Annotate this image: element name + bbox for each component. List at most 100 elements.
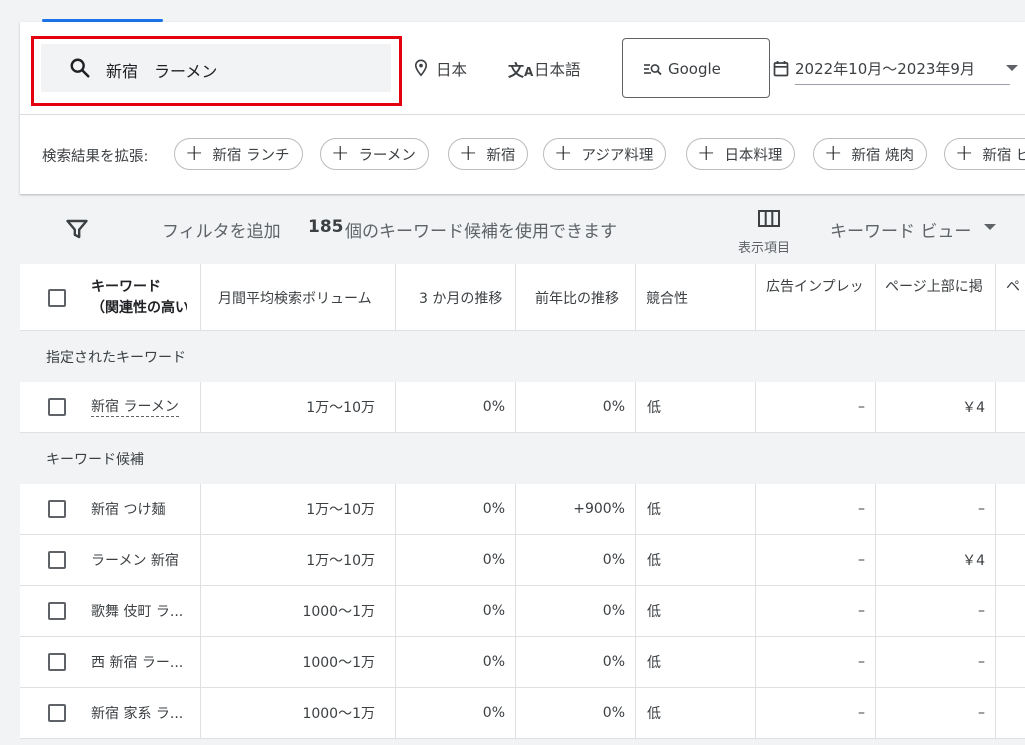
chip-label: 新宿 ビ: [982, 147, 1025, 164]
top-page-cell: –: [978, 501, 985, 517]
header-volume[interactable]: 月間平均検索ボリューム: [218, 288, 372, 308]
plus-icon: +: [185, 141, 204, 166]
table-row[interactable]: 新宿 ラーメン 1万～10万 0% 0% 低 – ￥4: [20, 382, 1025, 433]
keyword-cell[interactable]: 歌舞 伎町 ラ...: [91, 586, 183, 636]
expand-chip[interactable]: + 新宿: [448, 138, 529, 170]
plus-icon: +: [459, 141, 478, 166]
header-impression[interactable]: 広告インプレッ: [766, 276, 866, 296]
columns-icon[interactable]: [758, 210, 780, 227]
three-month-cell: 0%: [482, 399, 505, 415]
competition-cell: 低: [647, 706, 661, 722]
table-row[interactable]: 新宿 家系 ラ... 1000～1万 0% 0% 低 – –: [20, 688, 1025, 739]
keyword-count-text: 個のキーワード候補を使用できます: [345, 222, 617, 242]
section-candidates-label: キーワード候補: [46, 451, 144, 468]
impression-cell: –: [858, 501, 865, 517]
plus-icon: +: [824, 141, 843, 166]
row-checkbox[interactable]: [48, 500, 66, 518]
header-keyword-sub: （関連性の高い: [91, 300, 187, 316]
table-row[interactable]: 歌舞 伎町 ラ... 1000～1万 0% 0% 低 – –: [20, 586, 1025, 637]
top-page-cell: ￥4: [962, 400, 985, 416]
view-selector[interactable]: キーワード ビュー: [830, 217, 971, 242]
language-selector[interactable]: 日本語: [534, 58, 581, 80]
calendar-icon: [773, 61, 789, 77]
row-checkbox[interactable]: [48, 551, 66, 569]
date-range-selector[interactable]: 2022年10月～2023年9月: [795, 58, 975, 79]
row-checkbox[interactable]: [48, 602, 66, 620]
volume-cell: 1000～1万: [302, 604, 375, 620]
chip-label: ラーメン: [358, 147, 416, 164]
competition-cell: 低: [647, 502, 661, 518]
keyword-cell[interactable]: ラーメン 新宿: [91, 535, 179, 585]
competition-cell: 低: [647, 655, 661, 671]
row-checkbox[interactable]: [48, 398, 66, 416]
expand-chip[interactable]: + ラーメン: [320, 138, 429, 170]
translate-icon: 文A: [508, 61, 534, 80]
section-header: 指定されたキーワード: [20, 331, 1025, 382]
columns-label[interactable]: 表示項目: [738, 237, 790, 256]
row-checkbox[interactable]: [48, 653, 66, 671]
search-highlight-box: [31, 36, 402, 106]
location-pin-icon: [414, 59, 428, 77]
three-month-cell: 0%: [482, 552, 505, 568]
expand-chip[interactable]: + 日本料理: [686, 138, 796, 170]
expand-label: 検索結果を拡張:: [42, 149, 149, 165]
network-search-icon: [644, 64, 662, 76]
chevron-down-icon[interactable]: [1006, 65, 1018, 71]
keyword-cell[interactable]: 新宿 家系 ラ...: [91, 688, 183, 738]
chip-label: 日本料理: [724, 147, 783, 164]
three-month-cell: 0%: [482, 705, 505, 721]
top-page-cell: –: [978, 705, 985, 721]
select-all-checkbox[interactable]: [48, 289, 66, 307]
view-dropdown-icon[interactable]: [984, 224, 996, 230]
table-row[interactable]: ラーメン 新宿 1万～10万 0% 0% 低 – ￥4: [20, 535, 1025, 586]
keyword-cell[interactable]: 新宿 ラーメン: [91, 398, 179, 417]
chip-label: 新宿 ランチ: [212, 147, 290, 164]
header-extra[interactable]: ペ: [1006, 276, 1025, 296]
header-top-page[interactable]: ページ上部に掲: [885, 276, 985, 296]
header-three-month[interactable]: 3 か月の推移: [419, 288, 502, 308]
keyword-cell[interactable]: 西 新宿 ラー...: [91, 637, 183, 687]
three-month-cell: 0%: [482, 654, 505, 670]
top-page-cell: ￥4: [962, 553, 985, 569]
header-keyword[interactable]: キーワード: [91, 276, 161, 296]
header-competition[interactable]: 競合性: [646, 288, 688, 308]
expand-chip[interactable]: + 新宿 ビ: [944, 138, 1025, 170]
top-page-cell: –: [978, 654, 985, 670]
chip-label: アジア料理: [581, 147, 654, 164]
top-page-cell: –: [978, 603, 985, 619]
chip-label: 新宿: [486, 147, 516, 164]
expand-chip[interactable]: + 新宿 ランチ: [174, 138, 303, 170]
competition-cell: 低: [647, 400, 661, 416]
yoy-cell: 0%: [602, 603, 625, 619]
add-filter-button[interactable]: フィルタを追加: [162, 217, 281, 242]
yoy-cell: 0%: [602, 705, 625, 721]
expand-chip[interactable]: + アジア料理: [543, 138, 667, 170]
chip-label: 新宿 焼肉: [851, 147, 915, 164]
impression-cell: –: [858, 654, 865, 670]
three-month-cell: 0%: [482, 501, 505, 517]
yoy-cell: 0%: [602, 552, 625, 568]
network-label: Google: [668, 60, 721, 78]
competition-cell: 低: [647, 604, 661, 620]
row-checkbox[interactable]: [48, 704, 66, 722]
impression-cell: –: [858, 705, 865, 721]
filter-icon[interactable]: [66, 219, 88, 239]
expand-chip[interactable]: + 新宿 焼肉: [813, 138, 928, 170]
volume-cell: 1万～10万: [306, 553, 375, 569]
table-row[interactable]: 西 新宿 ラー... 1000～1万 0% 0% 低 – –: [20, 637, 1025, 688]
impression-cell: –: [858, 552, 865, 568]
volume-cell: 1万～10万: [306, 502, 375, 518]
yoy-cell: 0%: [602, 654, 625, 670]
location-selector[interactable]: 日本: [436, 58, 467, 80]
header-yoy[interactable]: 前年比の推移: [535, 288, 619, 308]
yoy-cell: 0%: [602, 399, 625, 415]
table-row[interactable]: 新宿 つけ麺 1万～10万 0% +900% 低 – –: [20, 484, 1025, 535]
competition-cell: 低: [647, 553, 661, 569]
yoy-cell: +900%: [573, 501, 625, 517]
impression-cell: –: [858, 603, 865, 619]
three-month-cell: 0%: [482, 603, 505, 619]
section-specified-label: 指定されたキーワード: [46, 349, 186, 366]
section-header: キーワード候補: [20, 433, 1025, 484]
plus-icon: +: [697, 141, 716, 166]
keyword-cell[interactable]: 新宿 つけ麺: [91, 484, 165, 534]
